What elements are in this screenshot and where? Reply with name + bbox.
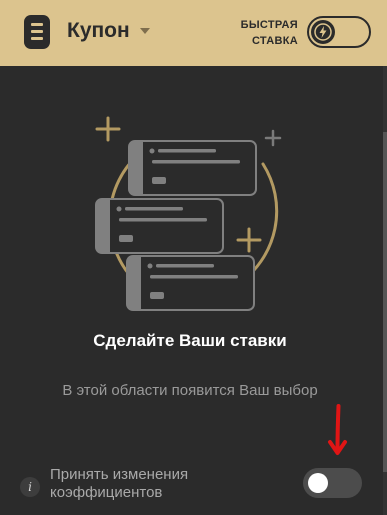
menu-icon[interactable]: [24, 15, 50, 49]
header: Купон БЫСТРАЯ СТАВКА: [0, 0, 387, 66]
quick-bet-label: БЫСТРАЯ СТАВКА: [240, 19, 298, 47]
chevron-down-icon[interactable]: [140, 28, 150, 34]
empty-state-title: Сделайте Ваши ставки: [93, 331, 287, 350]
arrow-down-icon: [328, 404, 347, 455]
coupon-title[interactable]: Купон: [67, 19, 130, 43]
scrollbar-thumb[interactable]: [383, 132, 387, 472]
quick-bet-toggle[interactable]: [307, 16, 371, 48]
empty-state-subtitle: В этой области появится Ваш выбор: [62, 382, 318, 399]
info-icon[interactable]: i: [20, 477, 40, 497]
lightning-icon: [314, 23, 332, 41]
accept-odds-changes-label: Принять изменения коэффициентов: [50, 466, 189, 501]
accept-odds-changes-toggle-knob: [308, 473, 328, 493]
empty-coupon-illustration: [95, 116, 282, 311]
accept-odds-changes-toggle[interactable]: [303, 468, 362, 498]
quick-bet-toggle-knob: [311, 20, 335, 44]
